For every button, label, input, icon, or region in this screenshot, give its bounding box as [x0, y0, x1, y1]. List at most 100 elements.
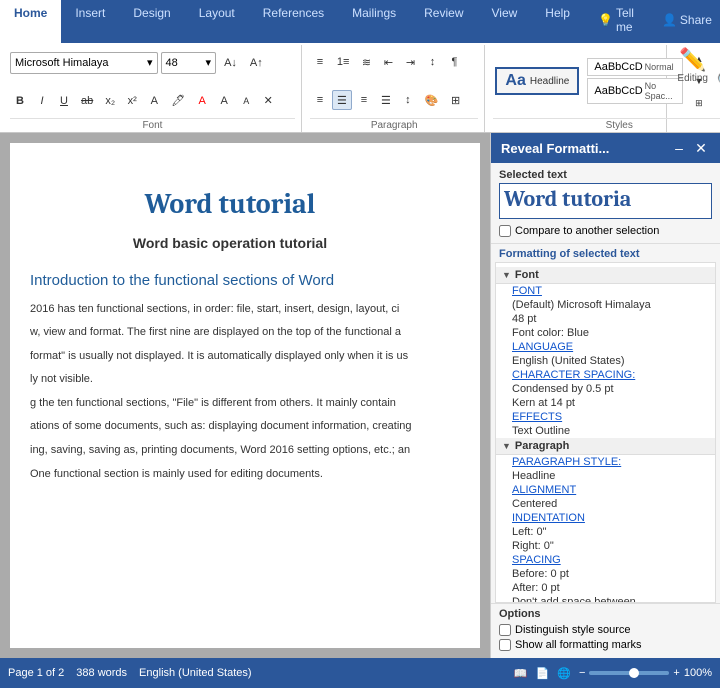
tab-design[interactable]: Design	[119, 0, 184, 43]
subscript-button[interactable]: x₂	[100, 91, 120, 111]
ribbon-group-font: Microsoft Himalaya ▾ 48 ▾ A↓ A↑ B I U ab…	[4, 45, 302, 132]
spacing-link[interactable]: SPACING	[512, 554, 561, 566]
paragraph-group-label: Paragraph	[310, 118, 479, 132]
bullet-list-button[interactable]: ≡	[310, 52, 330, 72]
view-print-icon[interactable]: 📄	[536, 667, 550, 680]
underline-button[interactable]: U	[54, 91, 74, 111]
align-center-button[interactable]: ☰	[332, 90, 352, 110]
increase-indent-button[interactable]: ⇥	[400, 52, 420, 72]
font-size-arrow-icon: ▾	[206, 56, 212, 69]
compare-row: Compare to another selection	[491, 225, 720, 243]
panel-title: Reveal Formatti...	[501, 141, 609, 156]
compare-checkbox[interactable]	[499, 225, 511, 237]
tab-review[interactable]: Review	[410, 0, 477, 43]
tab-insert[interactable]: Insert	[61, 0, 119, 43]
sort-button[interactable]: ↕	[422, 52, 442, 72]
superscript-button[interactable]: x²	[122, 91, 142, 111]
effects-link[interactable]: EFFECTS	[512, 411, 562, 423]
panel-close-button[interactable]: ✕	[692, 139, 710, 157]
indentation-link[interactable]: INDENTATION	[512, 512, 585, 524]
compare-label: Compare to another selection	[515, 225, 659, 237]
italic-button[interactable]: I	[32, 91, 52, 111]
font-color-button[interactable]: A	[192, 91, 212, 111]
alignment-link-item[interactable]: ALIGNMENT	[496, 483, 715, 497]
justify-button[interactable]: ☰	[376, 90, 396, 110]
document-area[interactable]: Word tutorial Word basic operation tutor…	[0, 133, 490, 658]
headline-preview-text: Aa	[505, 72, 525, 90]
font-color-value: Font color: Blue	[512, 327, 589, 339]
zoom-slider[interactable]	[589, 671, 669, 675]
distinguish-checkbox[interactable]	[499, 624, 511, 636]
section-heading: Introduction to the functional sections …	[30, 270, 430, 293]
effects-link-item[interactable]: EFFECTS	[496, 410, 715, 424]
view-web-icon[interactable]: 🌐	[557, 667, 571, 680]
selected-text-preview: Word tutoria	[499, 183, 712, 219]
view-read-icon[interactable]: 📖	[514, 667, 528, 680]
share-icon: 👤	[662, 13, 677, 27]
body-para-6: ations of some documents, such as: displ…	[30, 418, 430, 436]
indentation-link-item[interactable]: INDENTATION	[496, 511, 715, 525]
language-link[interactable]: LANGUAGE	[512, 341, 573, 353]
increase-font-button[interactable]: A↑	[245, 53, 268, 73]
tab-home[interactable]: Home	[0, 0, 61, 43]
font-name-value: (Default) Microsoft Himalaya	[512, 299, 651, 311]
panel-header: Reveal Formatti... – ✕	[491, 133, 720, 163]
shading-button[interactable]: 🎨	[420, 90, 444, 110]
spacing-before-item: Before: 0 pt	[496, 567, 715, 581]
tab-help[interactable]: Help	[531, 0, 584, 43]
zoom-out-button[interactable]: −	[579, 667, 585, 679]
multilevel-list-button[interactable]: ≋	[356, 52, 376, 72]
para-style-link-item[interactable]: PARAGRAPH STYLE:	[496, 455, 715, 469]
language-link-item[interactable]: LANGUAGE	[496, 340, 715, 354]
borders-button[interactable]: ⊞	[446, 90, 466, 110]
font-section-label: Font	[515, 269, 539, 281]
tab-mailings[interactable]: Mailings	[338, 0, 410, 43]
format-tree[interactable]: ▼ Font FONT (Default) Microsoft Himalaya…	[495, 262, 716, 603]
show-formatting-checkbox[interactable]	[499, 639, 511, 651]
bold-button[interactable]: B	[10, 91, 30, 111]
zoom-thumb	[629, 668, 639, 678]
strikethrough-button[interactable]: ab	[76, 91, 98, 111]
font-name-link-item[interactable]: FONT	[496, 284, 715, 298]
tab-share[interactable]: 👤 Share	[648, 0, 720, 43]
headline-label: Headline	[530, 76, 569, 87]
text-effects-button[interactable]: A	[144, 91, 164, 111]
indent-left-value: Left: 0"	[512, 526, 546, 538]
zoom-level: 100%	[684, 667, 712, 679]
font-size-a-button[interactable]: A	[214, 91, 234, 111]
char-spacing-kern-item: Kern at 14 pt	[496, 396, 715, 410]
char-spacing-link-item[interactable]: CHARACTER SPACING:	[496, 368, 715, 382]
align-left-button[interactable]: ≡	[310, 90, 330, 110]
font-name-value-item: (Default) Microsoft Himalaya	[496, 298, 715, 312]
clear-formatting-button[interactable]: ✕	[258, 91, 278, 111]
highlight-button[interactable]: 🖊	[166, 91, 190, 111]
style-headline-preview[interactable]: Aa Headline	[495, 67, 579, 95]
tab-tell-me[interactable]: 💡 Tell me	[584, 0, 648, 43]
font-size-a2-button[interactable]: A	[236, 91, 256, 111]
decrease-font-button[interactable]: A↓	[219, 53, 242, 73]
zoom-in-button[interactable]: +	[673, 667, 679, 679]
font-name-selector[interactable]: Microsoft Himalaya ▾	[10, 52, 158, 74]
char-spacing-link[interactable]: CHARACTER SPACING:	[512, 369, 635, 381]
numbered-list-button[interactable]: 1≡	[332, 52, 355, 72]
para-style-value: Headline	[512, 470, 555, 482]
ribbon-content: Microsoft Himalaya ▾ 48 ▾ A↓ A↑ B I U ab…	[0, 43, 720, 133]
font-name-link[interactable]: FONT	[512, 285, 542, 297]
decrease-indent-button[interactable]: ⇤	[378, 52, 398, 72]
selected-text-label: Selected text	[491, 163, 720, 183]
body-para-5: g the ten functional sections, "File" is…	[30, 395, 430, 413]
alignment-link[interactable]: ALIGNMENT	[512, 484, 576, 496]
spacing-link-item[interactable]: SPACING	[496, 553, 715, 567]
font-size-selector[interactable]: 48 ▾	[161, 52, 217, 74]
tab-layout[interactable]: Layout	[185, 0, 249, 43]
document-title: Word tutorial	[30, 183, 430, 225]
align-right-button[interactable]: ≡	[354, 90, 374, 110]
tab-references[interactable]: References	[249, 0, 338, 43]
show-marks-button[interactable]: ¶	[444, 52, 464, 72]
spacing-before-value: Before: 0 pt	[512, 568, 569, 580]
line-spacing-button[interactable]: ↕	[398, 90, 418, 110]
document-body: 2016 has ten functional sections, in ord…	[30, 301, 430, 484]
para-style-link[interactable]: PARAGRAPH STYLE:	[512, 456, 621, 468]
tab-view[interactable]: View	[478, 0, 532, 43]
panel-minimize-button[interactable]: –	[670, 139, 688, 157]
